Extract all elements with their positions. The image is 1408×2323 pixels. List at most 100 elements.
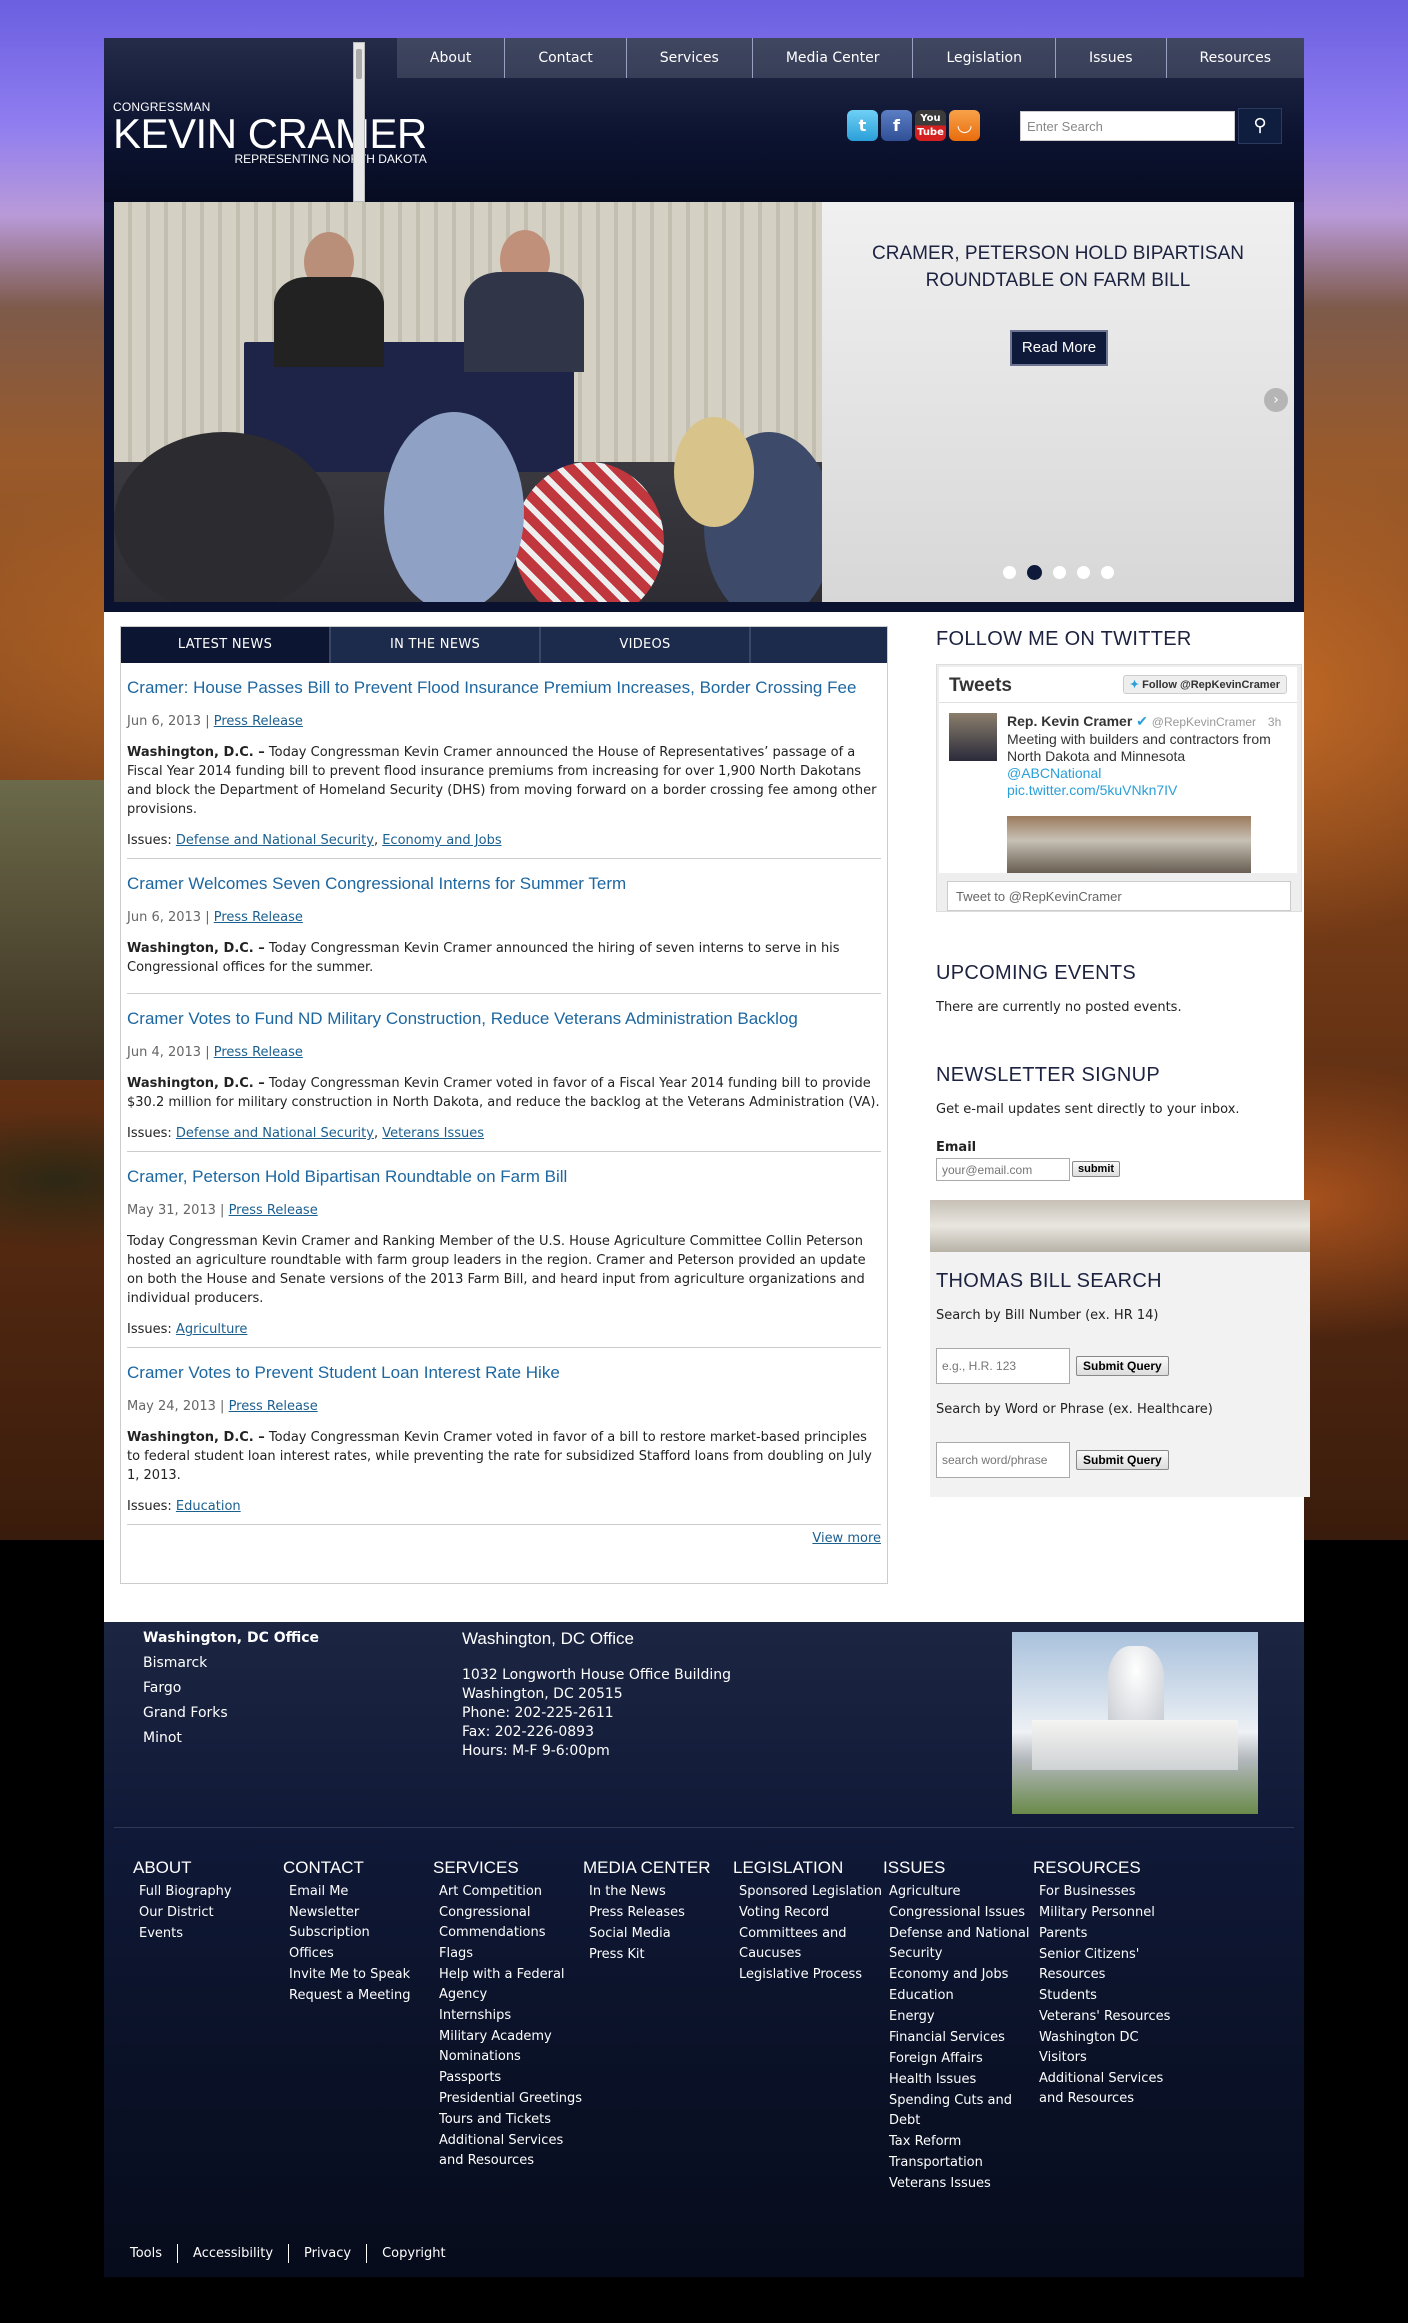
read-more-button[interactable]: Read More [1010,330,1108,366]
site-logo[interactable]: CONGRESSMAN KEVIN CRAMER REPRESENTING NO… [113,100,427,166]
issue-link[interactable]: Agriculture [176,1322,248,1337]
rss-icon[interactable]: ◡ [949,110,980,141]
footer-link[interactable]: For Businesses [1033,1882,1183,1902]
follow-button[interactable]: ✦ Follow @RepKevinCramer [1122,675,1287,694]
footer-link[interactable]: Press Releases [583,1903,733,1923]
slide-headline[interactable]: CRAMER, PETERSON HOLD BIPARTISAN ROUNDTA… [822,240,1294,294]
footer-link[interactable]: Email Me [283,1882,433,1902]
news-type-link[interactable]: Press Release [229,1399,318,1414]
news-title[interactable]: Cramer: House Passes Bill to Prevent Flo… [127,663,881,699]
office-tab-minot[interactable]: Minot [143,1730,319,1755]
news-title[interactable]: Cramer Votes to Fund ND Military Constru… [127,994,881,1030]
office-tab-washington[interactable]: Washington, DC Office [143,1630,319,1655]
footer-column-title[interactable]: MEDIA CENTER [583,1858,733,1878]
nav-legislation[interactable]: Legislation [912,38,1055,78]
bill-word-field[interactable] [936,1442,1070,1478]
footer-link[interactable]: Committees and Caucuses [733,1924,883,1964]
nav-issues[interactable]: Issues [1055,38,1166,78]
embedded-scrollbar[interactable] [353,42,365,202]
footer-link[interactable]: Students [1033,1986,1183,2006]
bill-word-submit-button[interactable]: Submit Query [1076,1450,1169,1470]
footer-link[interactable]: Financial Services [883,2028,1033,2048]
slider-dot[interactable] [1077,566,1090,579]
tweet-image[interactable] [1007,816,1251,873]
tweet-handle[interactable]: @RepKevinCramer [1152,715,1256,729]
footer-link[interactable]: Health Issues [883,2070,1033,2090]
copyright-link[interactable]: Copyright [366,2244,461,2263]
tweet-author[interactable]: Rep. Kevin Cramer [1007,713,1132,729]
footer-link[interactable]: Newsletter Subscription [283,1903,433,1943]
footer-link[interactable]: Voting Record [733,1903,883,1923]
footer-link[interactable]: Additional Services and Resources [1033,2069,1183,2109]
tweet-time[interactable]: 3h [1268,715,1281,729]
news-title[interactable]: Cramer, Peterson Hold Bipartisan Roundta… [127,1152,881,1188]
news-title[interactable]: Cramer Welcomes Seven Congressional Inte… [127,859,881,895]
issue-link[interactable]: Defense and National Security [176,1126,374,1141]
scrollbar-thumb[interactable] [356,49,362,79]
view-more-link[interactable]: View more [812,1531,881,1546]
tweet-input[interactable]: Tweet to @RepKevinCramer [947,881,1291,911]
bill-number-submit-button[interactable]: Submit Query [1076,1356,1169,1376]
tab-in-the-news[interactable]: IN THE NEWS [331,627,541,663]
news-type-link[interactable]: Press Release [214,910,303,925]
footer-link[interactable]: Our District [133,1903,283,1923]
tab-latest-news[interactable]: LATEST NEWS [121,627,331,663]
slider-dot[interactable] [1101,566,1114,579]
footer-link[interactable]: Spending Cuts and Debt [883,2091,1033,2131]
nav-contact[interactable]: Contact [504,38,625,78]
footer-link[interactable]: Tax Reform [883,2132,1033,2152]
footer-link[interactable]: Congressional Commendations [433,1903,583,1943]
accessibility-link[interactable]: Accessibility [177,2244,288,2263]
tab-videos[interactable]: VIDEOS [541,627,751,663]
footer-link[interactable]: In the News [583,1882,733,1902]
nav-services[interactable]: Services [625,38,752,78]
footer-link[interactable]: Parents [1033,1924,1183,1944]
footer-link[interactable]: Request a Meeting [283,1986,433,2006]
footer-column-title[interactable]: RESOURCES [1033,1858,1183,1878]
footer-link[interactable]: Full Biography [133,1882,283,1902]
footer-link[interactable]: Tours and Tickets [433,2110,583,2130]
footer-link[interactable]: Events [133,1924,283,1944]
office-tab-grand-forks[interactable]: Grand Forks [143,1705,319,1730]
footer-link[interactable]: Energy [883,2007,1033,2027]
footer-link[interactable]: Social Media [583,1924,733,1944]
issue-link[interactable]: Defense and National Security [176,833,374,848]
footer-link[interactable]: Presidential Greetings [433,2089,583,2109]
footer-column-title[interactable]: CONTACT [283,1858,433,1878]
news-type-link[interactable]: Press Release [214,1045,303,1060]
footer-link[interactable]: Flags [433,1944,583,1964]
slider-dot-active[interactable] [1027,565,1042,580]
next-arrow-icon[interactable]: › [1264,388,1288,412]
search-input[interactable]: Enter Search [1020,111,1235,141]
tweet-link[interactable]: pic.twitter.com/5kuVNkn7IV [1007,782,1177,798]
footer-link[interactable]: Transportation [883,2153,1033,2173]
nav-about[interactable]: About [397,38,504,78]
issue-link[interactable]: Economy and Jobs [382,833,501,848]
footer-link[interactable]: Press Kit [583,1945,733,1965]
footer-link[interactable]: Internships [433,2006,583,2026]
footer-link[interactable]: Foreign Affairs [883,2049,1033,2069]
footer-link[interactable]: Defense and National Security [883,1924,1033,1964]
footer-link[interactable]: Military Personnel [1033,1903,1183,1923]
footer-link[interactable]: Education [883,1986,1033,2006]
office-tab-fargo[interactable]: Fargo [143,1680,319,1705]
tools-link[interactable]: Tools [126,2244,177,2263]
footer-link[interactable]: Art Competition [433,1882,583,1902]
footer-link[interactable]: Veterans Issues [883,2174,1033,2194]
issue-link[interactable]: Education [176,1499,241,1514]
bill-number-field[interactable] [936,1348,1070,1384]
footer-link[interactable]: Congressional Issues [883,1903,1033,1923]
issue-link[interactable]: Veterans Issues [382,1126,484,1141]
footer-link[interactable]: Washington DC Visitors [1033,2028,1183,2068]
nav-media-center[interactable]: Media Center [751,38,913,78]
privacy-link[interactable]: Privacy [288,2244,366,2263]
twitter-icon[interactable]: t [847,110,878,141]
nav-resources[interactable]: Resources [1165,38,1305,78]
youtube-icon[interactable]: You Tube [915,110,946,141]
footer-column-title[interactable]: LEGISLATION [733,1858,883,1878]
slider-dot[interactable] [1003,566,1016,579]
facebook-icon[interactable]: f [881,110,912,141]
slider-dot[interactable] [1053,566,1066,579]
footer-link[interactable]: Veterans' Resources [1033,2007,1183,2027]
tweet-mention[interactable]: @ABCNational [1007,765,1101,781]
